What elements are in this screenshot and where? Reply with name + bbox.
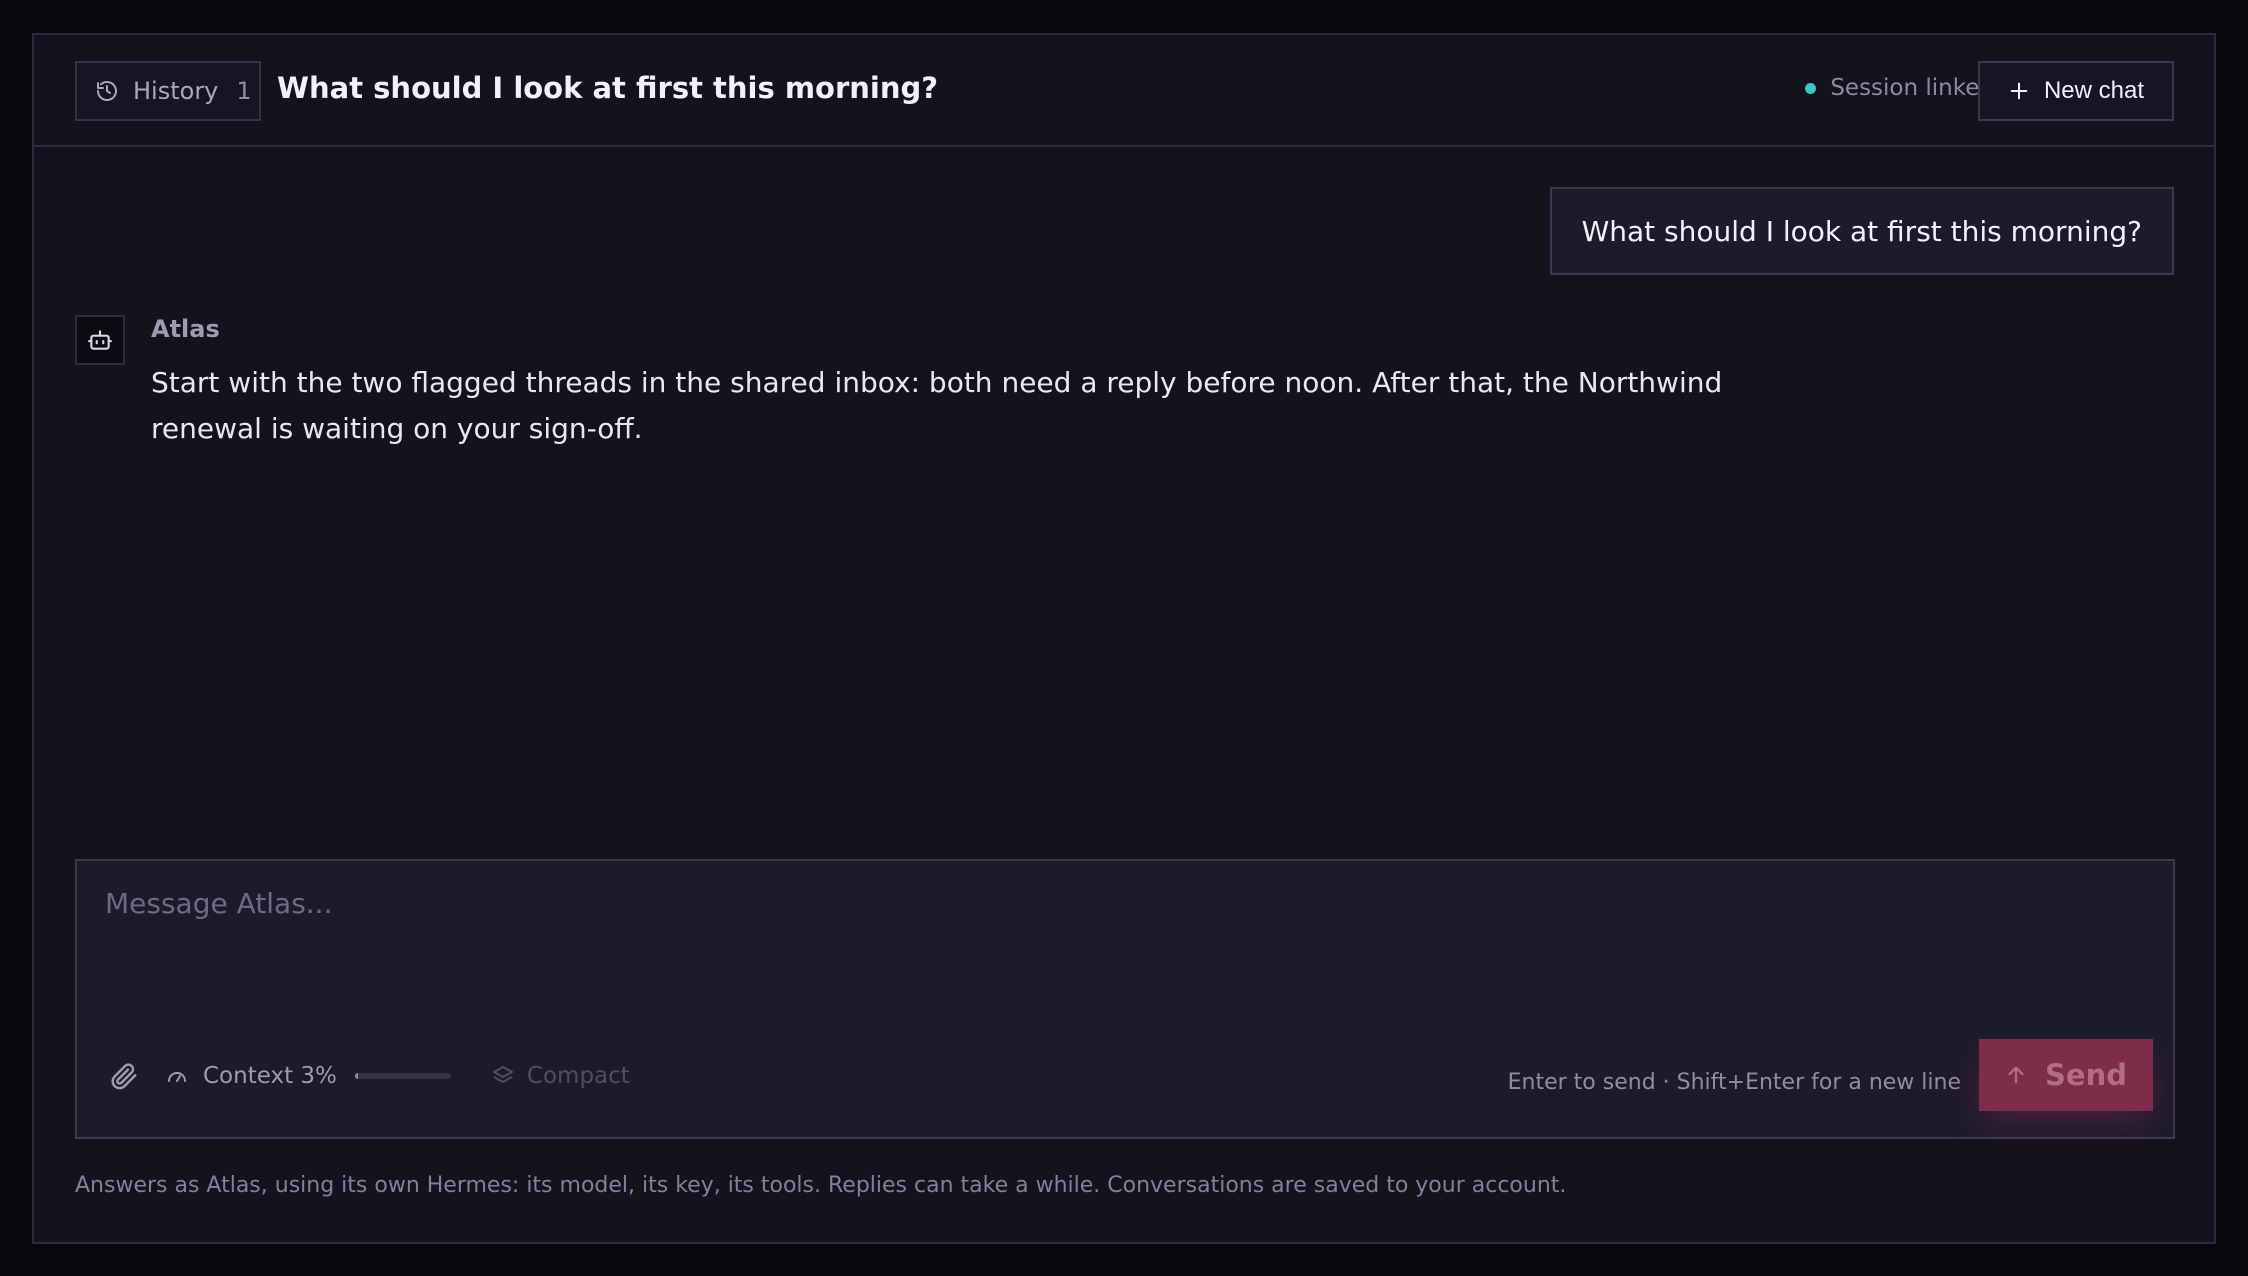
layers-icon xyxy=(491,1064,515,1088)
send-button[interactable]: Send xyxy=(1979,1039,2153,1111)
footer-note: Answers as Atlas, using its own Hermes: … xyxy=(75,1173,1567,1198)
assistant-name: Atlas xyxy=(151,315,220,343)
session-status: Session linked xyxy=(1805,75,1994,101)
chat-title: What should I look at first this morning… xyxy=(277,71,939,105)
user-message: What should I look at first this morning… xyxy=(1549,187,2174,275)
composer-toolbar: Context 3% Compact xyxy=(109,1061,630,1091)
send-hint: Enter to send · Shift+Enter for a new li… xyxy=(1507,1070,1961,1095)
message-input[interactable] xyxy=(105,887,2145,1007)
bot-icon xyxy=(87,327,113,353)
chat-window: History 1 What should I look at first th… xyxy=(32,33,2216,1244)
chat-header: History 1 What should I look at first th… xyxy=(34,35,2214,147)
history-label: History xyxy=(133,77,219,105)
user-message-text: What should I look at first this morning… xyxy=(1581,214,2142,248)
status-dot-icon xyxy=(1805,82,1817,94)
composer: Context 3% Compact Enter to send · Shift… xyxy=(75,859,2175,1139)
arrow-up-icon xyxy=(2005,1064,2027,1086)
session-status-label: Session linked xyxy=(1830,75,1994,101)
context-label: Context 3% xyxy=(203,1063,337,1089)
new-chat-button[interactable]: New chat xyxy=(1978,61,2174,121)
gauge-icon xyxy=(165,1064,189,1088)
history-icon xyxy=(95,79,119,103)
context-meter-fill xyxy=(354,1073,358,1079)
assistant-message-text: Start with the two flagged threads in th… xyxy=(151,366,1723,445)
compact-label: Compact xyxy=(526,1063,630,1089)
avatar xyxy=(75,315,125,365)
history-count: 1 xyxy=(236,77,252,105)
paperclip-icon[interactable] xyxy=(109,1061,139,1091)
send-label: Send xyxy=(2045,1058,2127,1092)
compact-button[interactable]: Compact xyxy=(491,1063,630,1089)
plus-icon xyxy=(2008,80,2030,102)
new-chat-label: New chat xyxy=(2043,77,2145,104)
context-meter xyxy=(354,1073,451,1079)
history-button[interactable]: History 1 xyxy=(75,61,261,121)
